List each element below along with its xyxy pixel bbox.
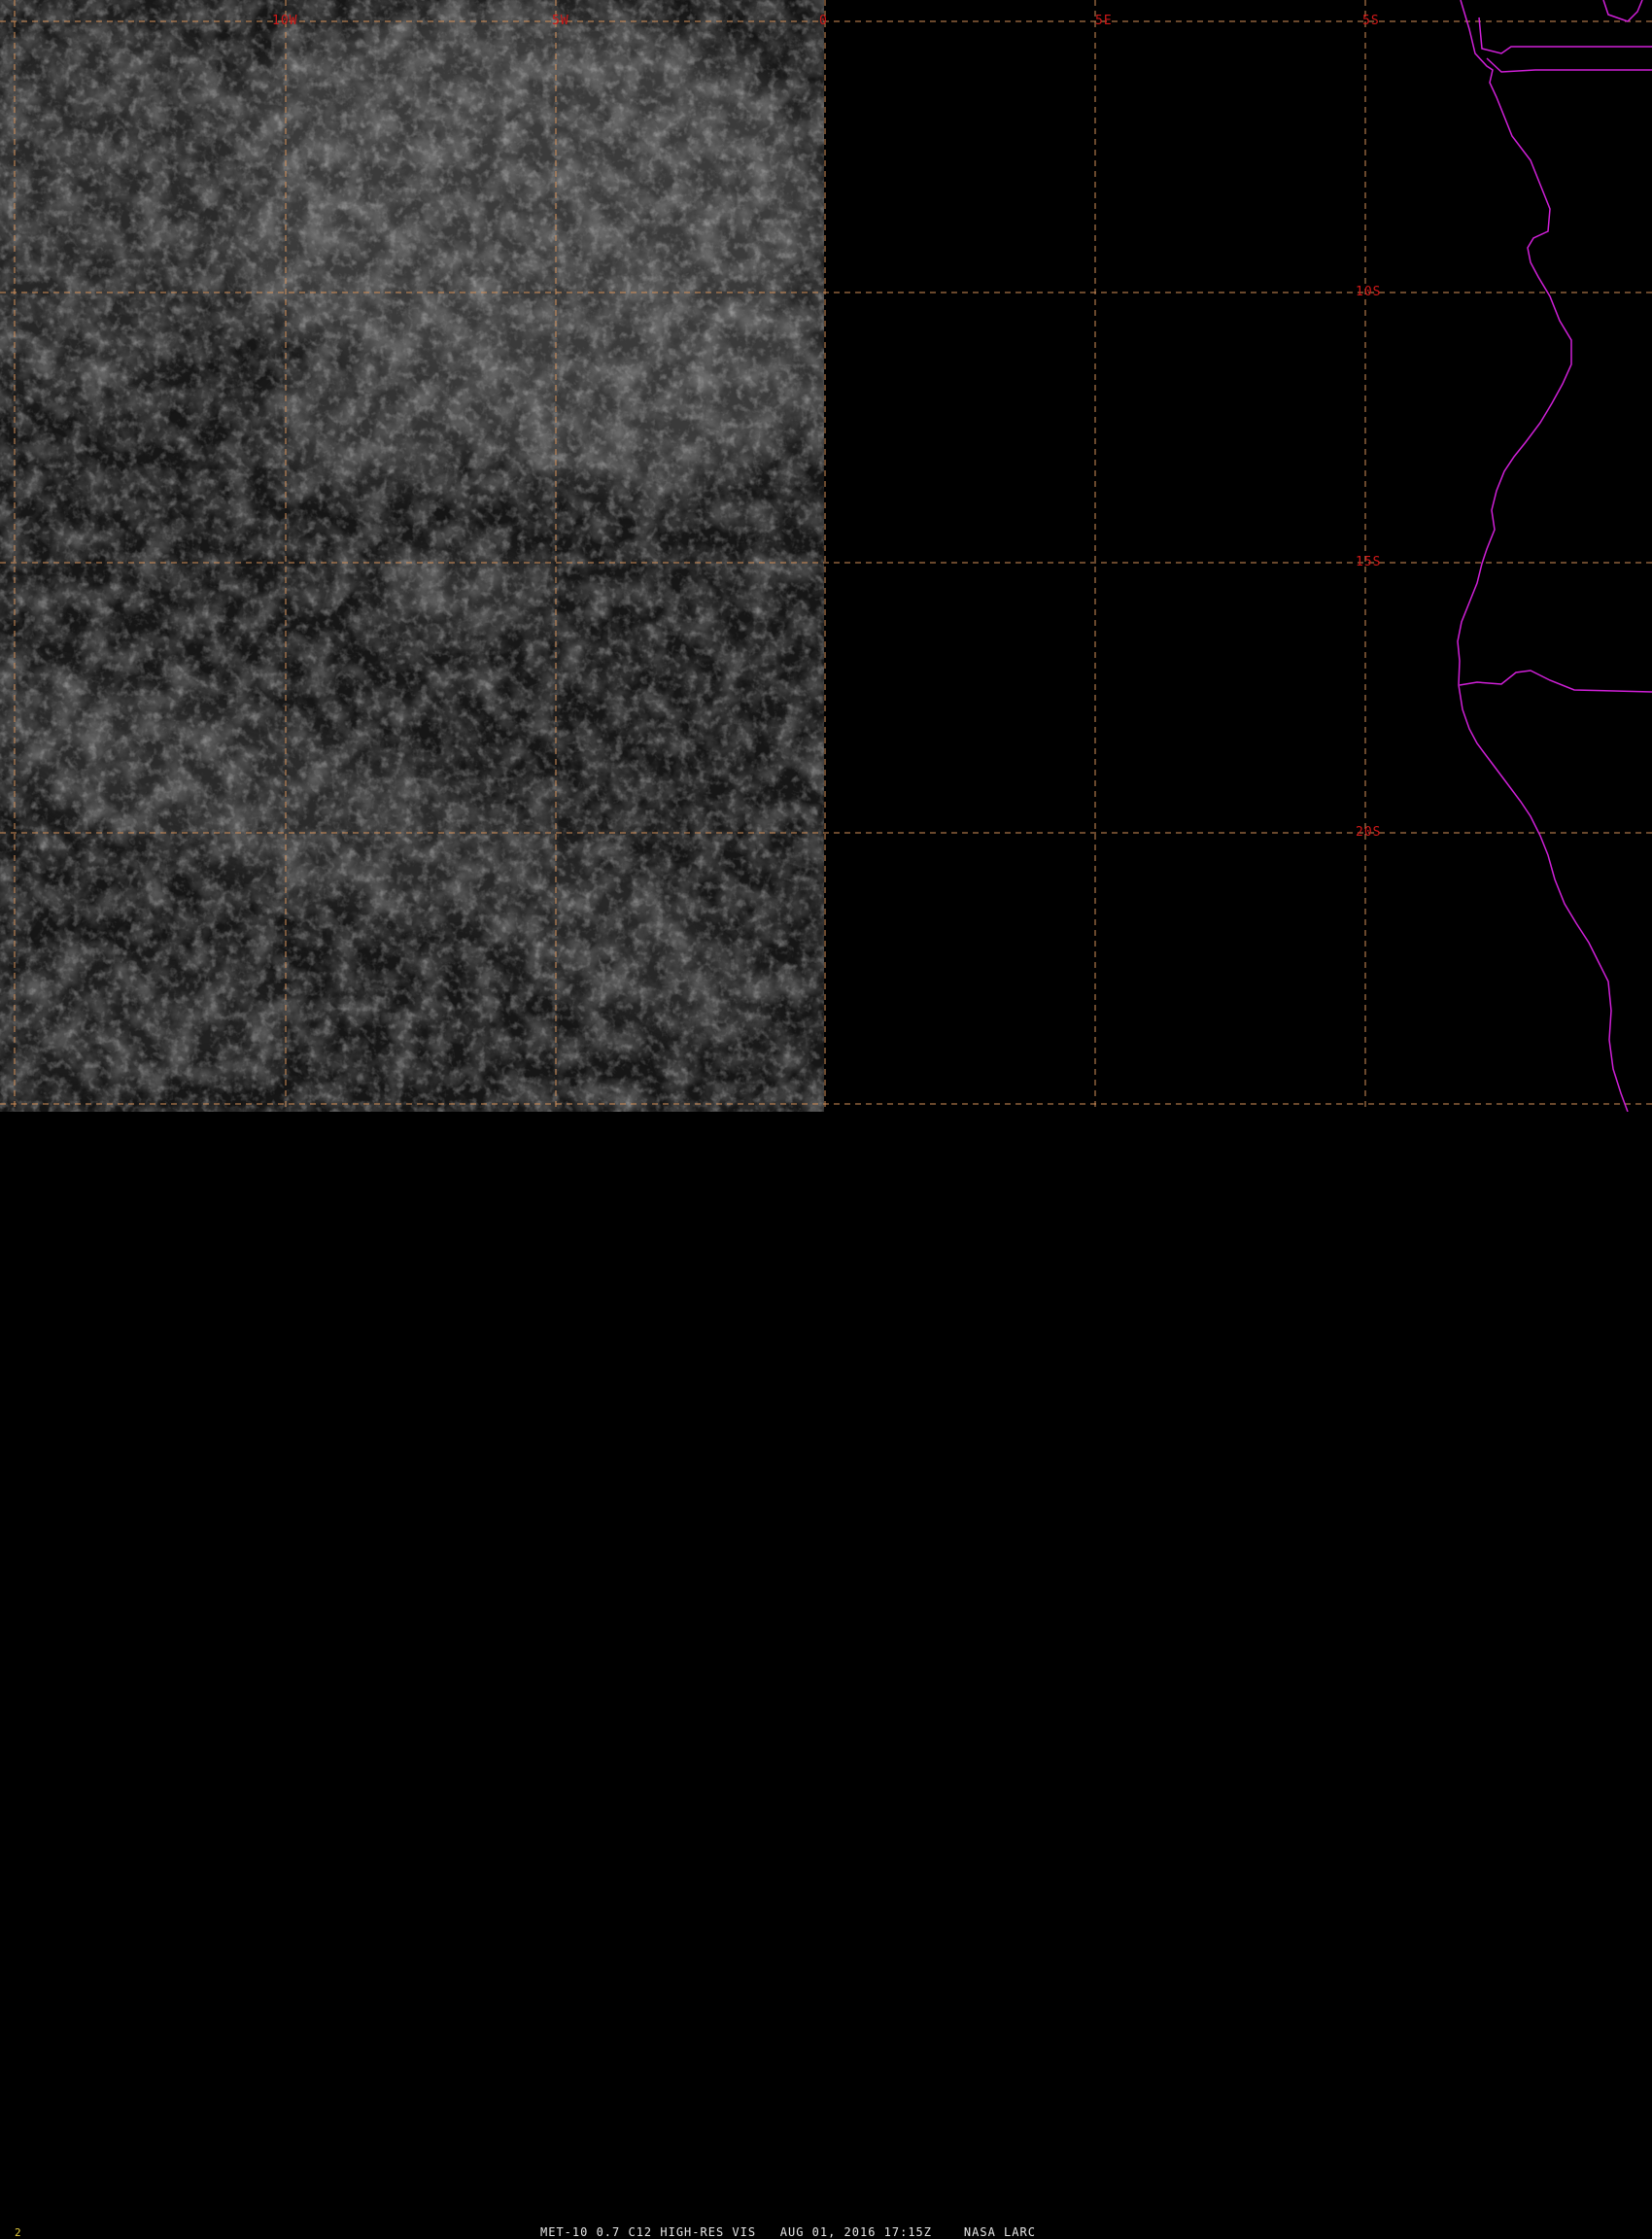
lon-label-10w: 10W	[272, 14, 297, 28]
lat-label-10s: 10S	[1356, 285, 1381, 299]
caption-bar: 2 MET-10 0.7 C12 HIGH-RES VIS AUG 01, 20…	[0, 1112, 1652, 2239]
lat-label-20s: 20S	[1356, 825, 1381, 840]
image-caption: MET-10 0.7 C12 HIGH-RES VIS AUG 01, 2016…	[540, 2225, 1036, 2239]
lon-label-0: 0	[819, 14, 828, 28]
lon-label-5w: 5W	[552, 14, 569, 28]
lat-label-5s: 5S	[1362, 14, 1380, 28]
lon-label-5e: 5E	[1095, 14, 1113, 28]
cloud-imagery	[0, 0, 824, 1112]
frame-number: 2	[15, 2226, 21, 2239]
lat-label-15s: 15S	[1356, 555, 1381, 569]
satellite-map: 10W 5W 0 5E 5S 10S 15S 20S	[0, 0, 1652, 1113]
